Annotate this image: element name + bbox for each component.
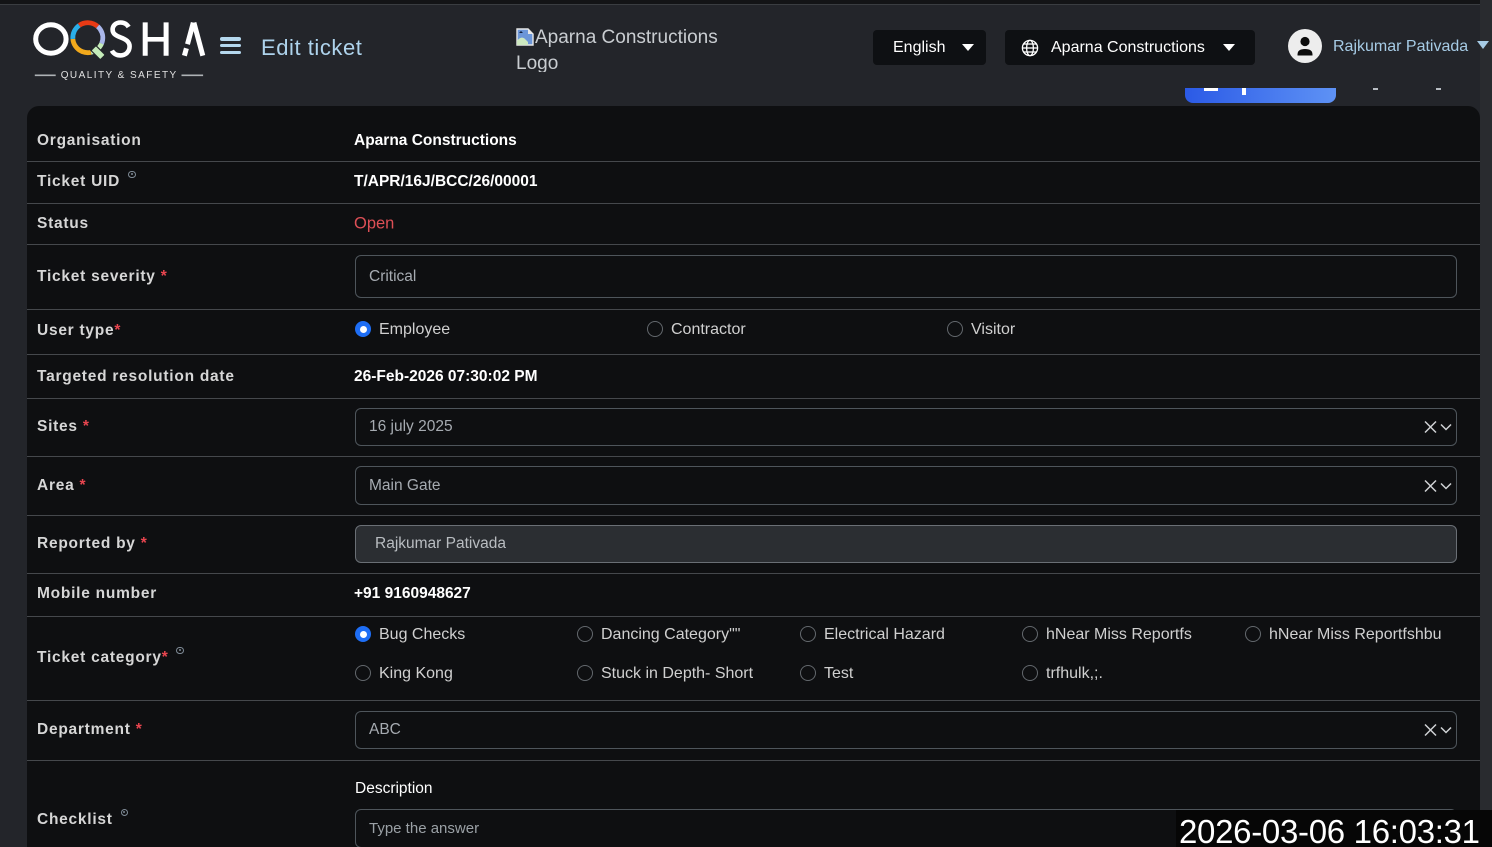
svg-text:QUALITY & SAFETY: QUALITY & SAFETY [61,70,178,81]
